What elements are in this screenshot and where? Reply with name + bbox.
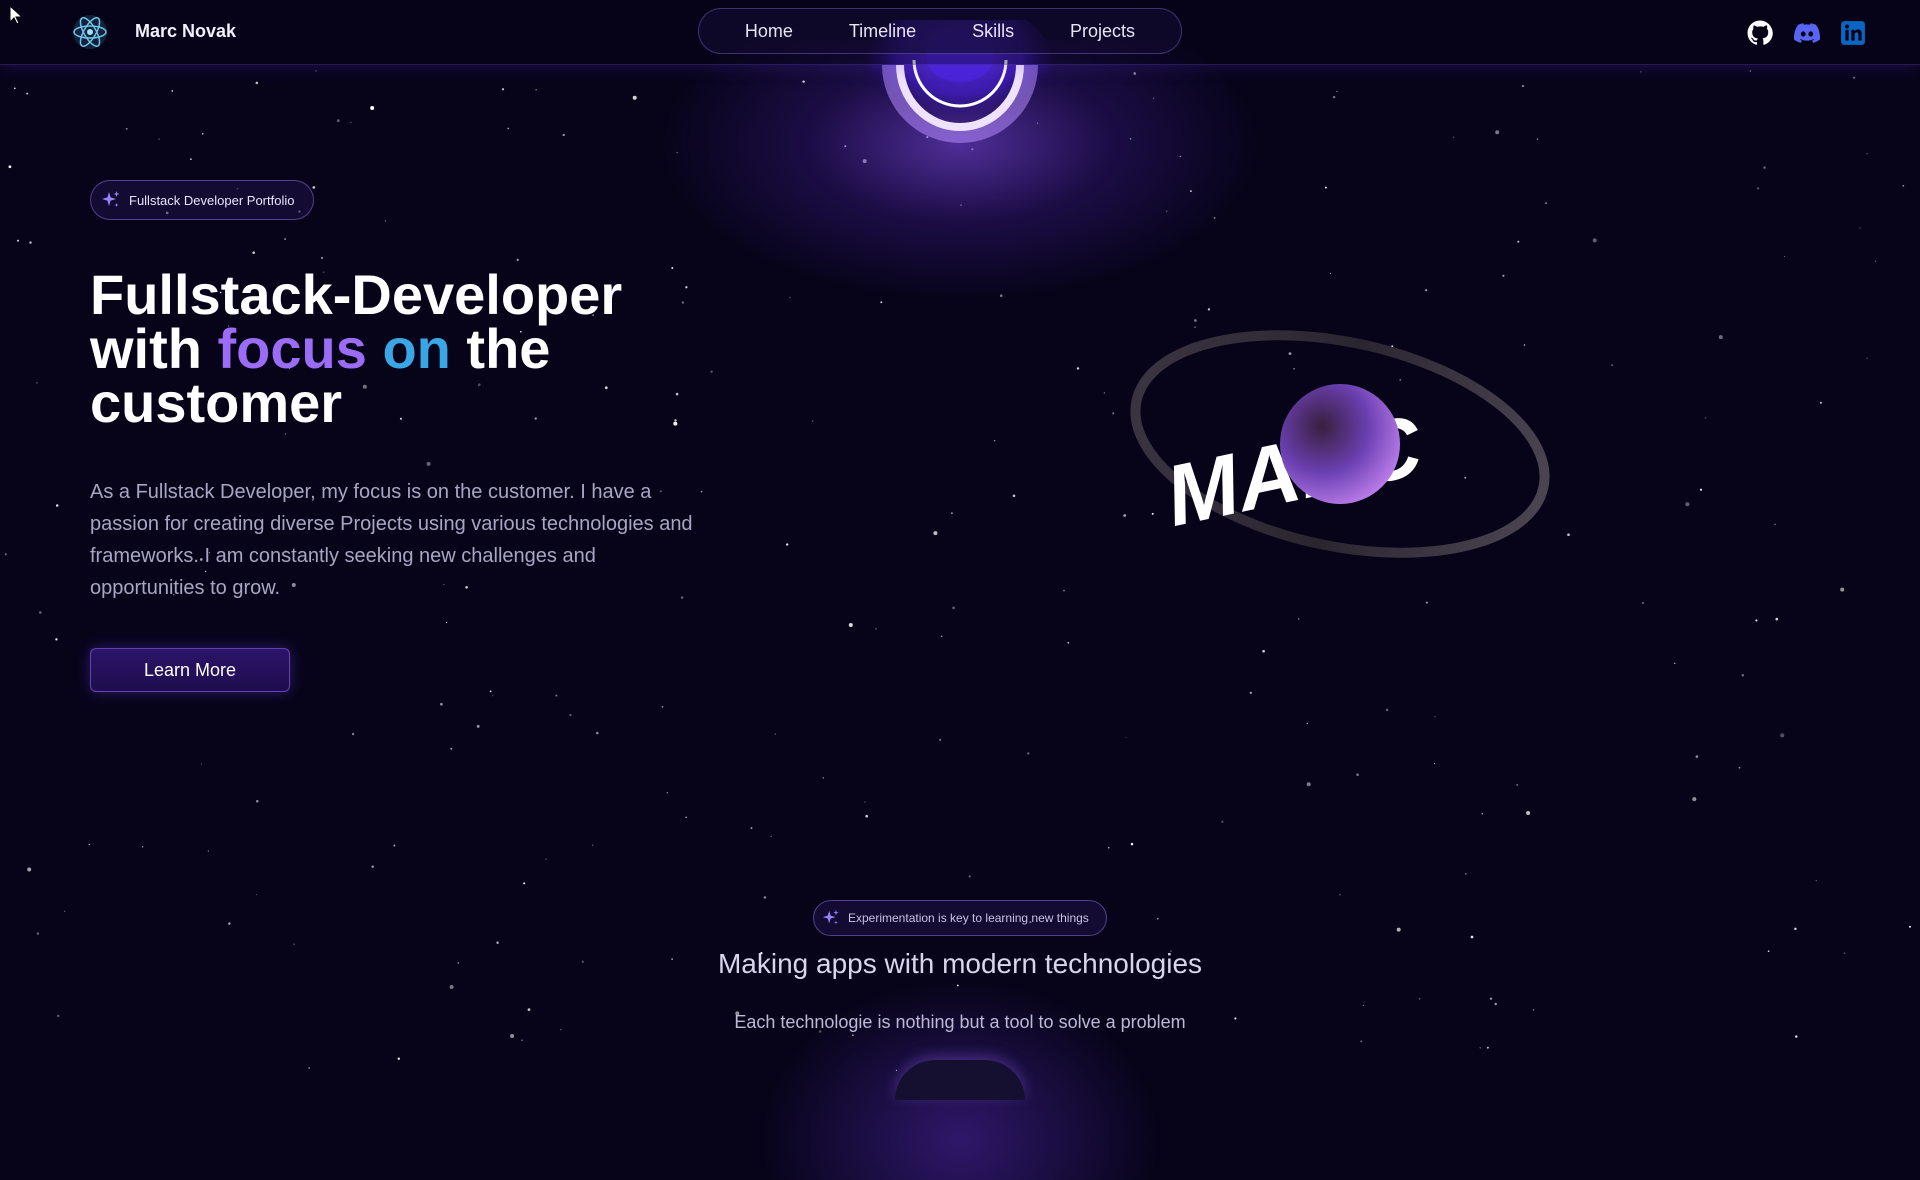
marc-planet-graphic: MARC xyxy=(1130,330,1550,558)
sparkles-icon xyxy=(102,191,120,207)
main-nav: Home Timeline Skills Projects xyxy=(698,8,1182,54)
cursor-arrow-icon xyxy=(9,4,24,25)
atom-logo-icon[interactable] xyxy=(70,12,110,52)
title-highlight-on: on xyxy=(382,317,451,380)
sparkles-icon xyxy=(822,909,839,925)
github-icon[interactable] xyxy=(1747,20,1773,46)
discord-icon[interactable] xyxy=(1794,20,1820,46)
experimentation-badge: Experimentation is key to learning new t… xyxy=(813,900,1107,936)
experimentation-label: Experimentation is key to learning new t… xyxy=(848,911,1089,925)
hero-description: As a Fullstack Developer, my focus is on… xyxy=(90,481,693,599)
nav-skills[interactable]: Skills xyxy=(962,17,1024,46)
nav-home[interactable]: Home xyxy=(735,17,803,46)
hero-title: Fullstack-Developer with focus on the cu… xyxy=(90,267,790,431)
badge-label: Fullstack Developer Portfolio xyxy=(129,192,295,208)
bottom-planet-edge xyxy=(895,1060,1025,1100)
linkedin-icon[interactable] xyxy=(1840,20,1866,46)
portfolio-badge: Fullstack Developer Portfolio xyxy=(90,180,314,220)
title-line-2-end: the xyxy=(450,317,551,380)
nav-timeline[interactable]: Timeline xyxy=(839,17,926,46)
learn-more-button[interactable]: Learn More xyxy=(90,648,290,692)
section-title: Making apps with modern technologies xyxy=(717,948,1203,979)
title-line-3: customer xyxy=(90,371,343,434)
nav-projects[interactable]: Projects xyxy=(1060,17,1145,46)
brand-name[interactable]: Marc Novak xyxy=(135,21,236,42)
section-subtitle: Each technologie is nothing but a tool t… xyxy=(734,1012,1186,1032)
top-navbar: Marc Novak Home Timeline Skills Projects xyxy=(0,0,1920,65)
